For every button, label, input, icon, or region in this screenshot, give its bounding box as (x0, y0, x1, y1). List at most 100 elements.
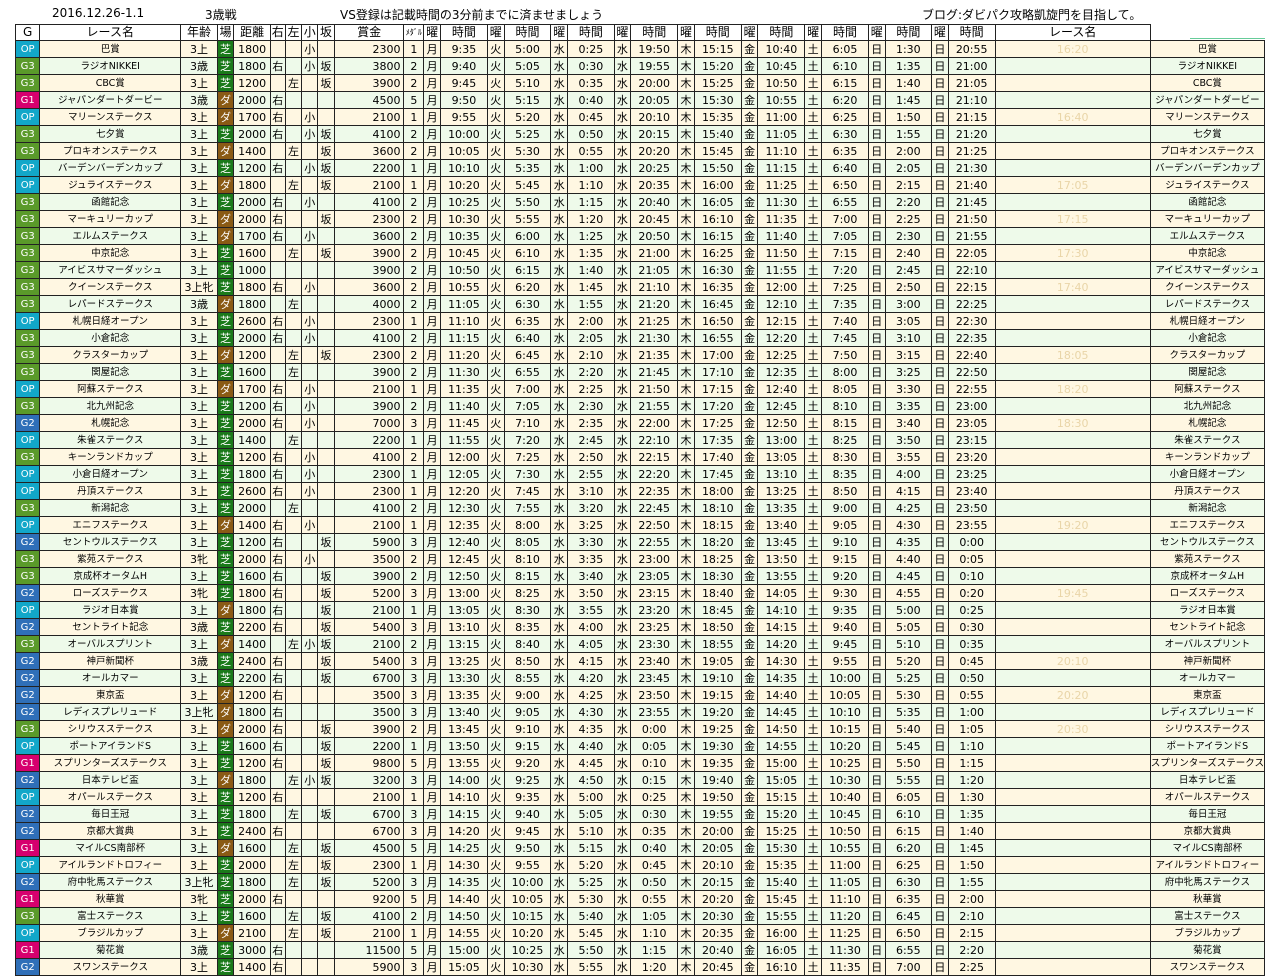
column-header: 坂 (317, 24, 335, 41)
grade-badge: G3 (14, 57, 41, 75)
weekday-cell: 日 (931, 669, 949, 687)
right-turn-cell: 右 (269, 703, 286, 721)
time-cell: 12:50 (439, 567, 488, 585)
time-cell: 0:10 (947, 567, 996, 585)
weekday-cell: 水 (613, 176, 632, 194)
time-cell: 20:15 (630, 125, 679, 143)
age-cell: 3上 (180, 142, 218, 160)
weekday-cell: 日 (867, 754, 886, 772)
age-cell: 3上 (180, 108, 218, 126)
time-cell: 11:00 (757, 108, 806, 126)
time-cell: 14:35 (757, 669, 806, 687)
race-name-right: 神戸新聞杯 (1149, 652, 1265, 670)
weekday-cell: 月 (423, 737, 441, 755)
prize-cell: 3600 (333, 278, 405, 296)
small-track-cell: 小 (301, 159, 319, 177)
weekday-cell: 木 (677, 856, 695, 874)
right-turn-cell (269, 244, 286, 262)
left-turn-cell (284, 380, 303, 398)
race-name-right: エルムステークス (1149, 227, 1265, 245)
left-turn-cell (284, 788, 303, 806)
weekday-cell: 金 (740, 635, 759, 653)
right-turn-cell: 右 (269, 91, 286, 109)
distance-cell: 1400 (233, 958, 271, 976)
race-name-right: レパードステークス (1149, 295, 1265, 313)
age-cell: 3上 (180, 822, 218, 840)
time-cell: 5:15 (503, 91, 552, 109)
time-cell: 5:55 (503, 210, 552, 228)
weekday-cell: 日 (867, 363, 886, 381)
time-cell: 6:55 (503, 363, 552, 381)
weekday-cell: 火 (486, 873, 505, 891)
weekday-cell: 水 (550, 346, 569, 364)
weekday-cell: 木 (677, 465, 695, 483)
table-row: G2 ローズステークス 3牝芝 1800 右坂 5200 3 月 13:00 火 8:25 水 3:50… (14, 584, 1265, 602)
weekday-cell: 日 (867, 618, 886, 636)
grade-badge: G3 (14, 397, 41, 415)
age-cell: 3歳 (180, 941, 218, 959)
extra-time-cell: 18:20 (994, 380, 1151, 398)
left-turn-cell: 左 (284, 363, 303, 381)
prize-cell: 2100 (333, 788, 405, 806)
extra-time-cell: 17:30 (994, 244, 1151, 262)
small-track-cell (301, 720, 319, 738)
distance-cell: 1800 (233, 465, 271, 483)
left-turn-cell: 左 (284, 805, 303, 823)
distance-cell: 1700 (233, 380, 271, 398)
time-cell: 19:05 (693, 652, 742, 670)
left-turn-cell (284, 465, 303, 483)
weekday-cell: 日 (931, 244, 949, 262)
weekday-cell: 金 (740, 380, 759, 398)
table-row: G3 北九州記念 3上芝 1200 右小 3900 2 月 11:40 火 7:05 水 2:30 水 21… (14, 397, 1265, 415)
time-cell: 20:00 (630, 74, 679, 92)
weekday-cell: 水 (613, 669, 632, 687)
weekday-cell: 土 (804, 159, 823, 177)
surface-cell: ダ (216, 703, 235, 721)
surface-cell: 芝 (216, 618, 235, 636)
table-row: G3 マーキュリーカップ 3上ダ 2000 右坂 2300 2 月 10:30 火 5:55 水 1:2… (14, 210, 1265, 228)
time-cell: 11:20 (821, 907, 869, 925)
slope-cell (317, 499, 335, 517)
weekday-cell: 土 (804, 125, 823, 143)
weekday-cell: 金 (740, 754, 759, 772)
medal-cell: 3 (403, 414, 425, 432)
time-cell: 1:40 (884, 74, 933, 92)
grade-badge: G3 (14, 363, 41, 381)
race-name: アイビスサマーダッシュ (39, 261, 182, 279)
time-cell: 2:20 (947, 941, 996, 959)
time-cell: 2:20 (884, 193, 933, 211)
surface-cell: 芝 (216, 737, 235, 755)
prize-cell: 4100 (333, 193, 405, 211)
small-track-cell (301, 210, 319, 228)
grade-badge: G2 (14, 686, 41, 704)
surface-cell: 芝 (216, 397, 235, 415)
weekday-cell: 土 (804, 754, 823, 772)
weekday-cell: 土 (804, 669, 823, 687)
time-cell: 14:55 (757, 737, 806, 755)
age-cell: 3上 (180, 329, 218, 347)
time-cell: 15:25 (757, 822, 806, 840)
medal-cell: 3 (403, 822, 425, 840)
weekday-cell: 木 (677, 312, 695, 330)
prize-cell: 2300 (333, 40, 405, 58)
time-cell: 8:50 (503, 652, 552, 670)
extra-time-cell (994, 227, 1151, 245)
time-cell: 10:20 (439, 176, 488, 194)
weekday-cell: 月 (423, 193, 441, 211)
time-cell: 0:55 (947, 686, 996, 704)
time-cell: 6:30 (821, 125, 869, 143)
time-cell: 5:55 (567, 958, 615, 976)
surface-cell: ダ (216, 380, 235, 398)
time-cell: 6:20 (884, 839, 933, 857)
race-name-right: 巴賞 (1149, 40, 1265, 58)
time-cell: 10:35 (439, 227, 488, 245)
time-cell: 1:50 (884, 108, 933, 126)
weekday-cell: 水 (550, 108, 569, 126)
extra-time-cell (994, 397, 1151, 415)
medal-cell: 3 (403, 686, 425, 704)
left-turn-cell (284, 91, 303, 109)
race-name: 京都大賞典 (39, 822, 182, 840)
distance-cell: 1400 (233, 142, 271, 160)
time-cell: 7:45 (503, 482, 552, 500)
time-cell: 13:35 (439, 686, 488, 704)
